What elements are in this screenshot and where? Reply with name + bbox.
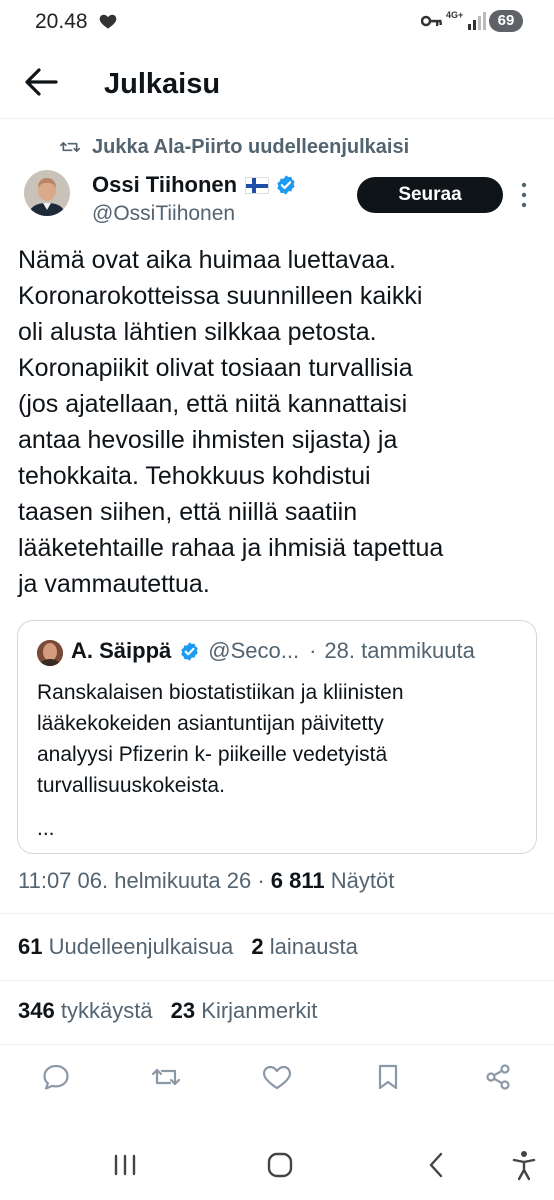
accessibility-icon[interactable] — [510, 1148, 538, 1182]
quoted-author-handle: @Seco... — [208, 638, 300, 663]
signal-icon — [468, 12, 486, 30]
battery-indicator: 69 — [489, 10, 523, 32]
bookmark-button[interactable] — [373, 1062, 403, 1092]
network-type-label: 4G+ — [446, 10, 464, 20]
reposts-count: 61 — [18, 934, 43, 959]
bookmarks-stat[interactable]: 23 Kirjanmerkit — [171, 998, 318, 1023]
views-label: Näytöt — [330, 868, 395, 893]
separator-dot: · — [257, 868, 265, 893]
reply-button[interactable] — [41, 1062, 71, 1092]
repost-icon — [151, 1068, 181, 1086]
top-app-bar: Julkaisu — [0, 52, 554, 116]
verified-badge-icon — [277, 175, 295, 195]
more-options-icon[interactable] — [517, 180, 531, 210]
reply-icon — [43, 1064, 69, 1090]
likes-label: tykkäystä — [60, 998, 153, 1023]
separator-dot: · — [309, 638, 317, 663]
likes-stat[interactable]: 346 tykkäystä — [18, 998, 153, 1023]
quoted-post-header: A. Säippä @Seco... · 28. tammikuuta — [71, 638, 475, 664]
divider — [0, 1044, 554, 1045]
status-time: 20.48 — [35, 10, 88, 33]
finland-flag-icon — [245, 176, 270, 194]
likes-count: 346 — [18, 998, 55, 1023]
back-arrow-icon[interactable] — [22, 66, 58, 98]
author-name[interactable]: Ossi Tiihonen — [92, 172, 297, 198]
quoted-author-name: A. Säippä — [71, 638, 172, 663]
bookmarks-label: Kirjanmerkit — [201, 998, 318, 1023]
post-time: 11:07 — [18, 868, 72, 893]
repost-indicator[interactable]: Jukka Ala-Piirto uudelleenjulkaisi — [60, 134, 409, 160]
divider — [0, 913, 554, 914]
post-text: Nämä ovat aika huimaa luettavaa. Koronar… — [18, 246, 444, 598]
repost-stats-row: 61 Uudelleenjulkaisua 2 lainausta — [18, 934, 370, 960]
repost-text: Jukka Ala-Piirto uudelleenjulkaisi — [92, 135, 410, 158]
share-icon — [486, 1064, 510, 1090]
nav-back-icon[interactable] — [426, 1148, 446, 1182]
quoted-post-date: 28. tammikuuta — [324, 638, 475, 663]
divider — [0, 980, 554, 981]
bookmarks-count: 23 — [170, 998, 196, 1023]
reposts-stat[interactable]: 61 Uudelleenjulkaisua — [18, 934, 233, 959]
bookmark-icon — [378, 1064, 398, 1090]
quoted-post-card[interactable]: A. Säippä @Seco... · 28. tammikuuta Rans… — [17, 620, 537, 854]
reposts-label: Uudelleenjulkaisua — [48, 934, 234, 959]
views-count: 6 811 — [270, 868, 325, 893]
like-button[interactable] — [262, 1062, 292, 1092]
post-metadata: 11:07 06. helmikuuta 26 · 6 811 Näytöt — [18, 868, 394, 894]
quotes-label: lainausta — [269, 934, 358, 959]
author-avatar[interactable] — [24, 170, 70, 216]
follow-button[interactable]: Seuraa — [357, 177, 503, 213]
quoted-post-ellipsis: ... — [37, 817, 55, 840]
vpn-key-icon — [421, 15, 442, 27]
like-stats-row: 346 tykkäystä 23 Kirjanmerkit — [18, 998, 329, 1024]
share-button[interactable] — [483, 1062, 513, 1092]
verified-badge-icon — [181, 641, 198, 661]
quotes-count: 2 — [251, 934, 264, 959]
author-name-text: Ossi Tiihonen — [92, 172, 238, 197]
quotes-stat[interactable]: 2 lainausta — [251, 934, 357, 959]
page-title: Julkaisu — [104, 68, 221, 100]
header-divider — [0, 118, 554, 119]
heart-icon — [99, 14, 117, 29]
author-handle[interactable]: @OssiTiihonen — [92, 202, 235, 226]
recent-apps-icon[interactable] — [112, 1148, 138, 1182]
repost-small-icon — [60, 141, 80, 152]
post-date: 06. helmikuuta 26 — [77, 868, 252, 893]
repost-button[interactable] — [151, 1062, 181, 1092]
like-icon — [263, 1065, 291, 1090]
quoted-author-avatar — [37, 640, 63, 666]
quoted-post-text: Ranskalaisen biostatistiikan ja kliinist… — [37, 681, 404, 797]
status-bar: 20.48 4G+ 69 — [0, 0, 554, 44]
home-icon[interactable] — [266, 1148, 294, 1182]
